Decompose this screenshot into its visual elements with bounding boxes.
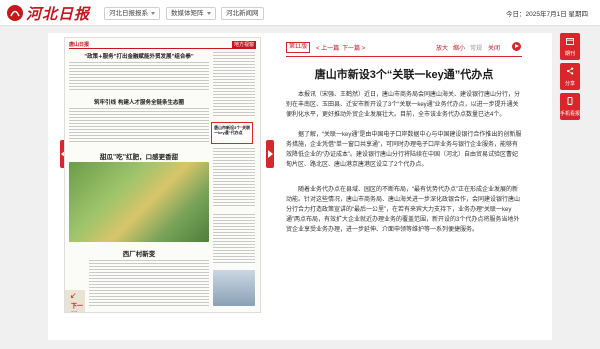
arrow-down-icon: ↙ [70,291,77,300]
nav-news-link[interactable]: 河北新闻网 [221,7,264,20]
zoom-out-button[interactable]: 缩小 [453,43,465,52]
article-title: 唐山市新设3个“关联一key通”代办点 [314,69,494,81]
zoom-in-button[interactable]: 放大 [436,43,448,52]
newspaper-page[interactable]: 唐山日报 地方视窗 "政策+服务"打出金融赋能外贸发展"组合拳" 筑牢引线 构建… [64,37,261,313]
paper-headline-2[interactable]: 筑牢引线 构建人才服务全链条生态圈 [69,98,209,106]
news-photo [213,270,255,306]
default-size-button[interactable]: 常规 [470,43,482,52]
paper-headline-1[interactable]: "政策+服务"打出金融赋能外贸发展"组合拳" [69,52,209,60]
close-button[interactable]: 关闭 [488,43,500,52]
next-article-link[interactable]: 下一篇 > [342,43,365,52]
prev-article-link[interactable]: < 上一篇 [316,43,339,52]
logo-text: 河北日报 [26,4,91,23]
paper-headline-4[interactable]: 西厂村新变 [69,248,209,258]
sidebar-item-share[interactable]: 分享 [560,63,580,90]
article-text-block [69,108,209,144]
highlighted-article-box[interactable]: 唐山市新设3个"关联一key通"代办点 [211,122,253,144]
page-header: 唐山日报 地方视窗 [69,41,256,49]
nav-baoxi-select[interactable]: 河北日报报系 [104,7,160,20]
sidebar-item-periodical[interactable]: 期刊 [560,33,580,60]
next-page-arrow-icon[interactable] [266,140,274,168]
nav-media-select[interactable]: 数媒体矩阵 [166,7,216,20]
article-text-block [89,260,209,308]
top-bar: 河北日报 河北日报报系 数媒体矩阵 河北新闻网 今日：2025年7月1日 星期四 [0,0,600,26]
toolbar-divider [286,56,522,57]
calendar-icon [566,38,574,45]
article-text-block [69,62,209,92]
melon-photo [69,162,209,242]
mobile-icon [567,97,573,105]
chevron-down-icon [151,11,155,15]
edition-label: 第11版 [286,42,311,53]
site-logo[interactable]: 河北日报 [6,3,90,23]
date-text: 今日：2025年7月1日 星期四 [506,11,588,18]
logo-mark-icon [7,5,23,21]
article-paragraph: 本报讯（宋强、王鹤然）近日，唐山市商务局会同唐山海关、建设银行唐山分行，分别在丰… [286,92,521,118]
prev-edition-button[interactable]: ↙ 下一版 [65,290,85,312]
paper-headline-3[interactable]: 甜瓜"吃"红肥，口感更香甜 [69,151,209,161]
article-text-block [213,148,255,208]
article-paragraph: 随着业务代办点在县域、园区的不断布局，“最有优势代办点”正在形成企业发展的新动能… [286,187,521,233]
article-text-block [213,214,255,264]
article-toolbar: 第11版 < 上一篇 下一篇 > 放大 缩小 常规 关闭 [286,42,521,54]
sidebar-item-mobile[interactable]: 手机看报 [560,93,580,120]
article-paragraph: 据了解，“关联一key通”是由中国电子口岸数据中心与中国建设银行合作推出的创新服… [286,132,522,168]
article-text-block [213,52,255,118]
audio-play-icon[interactable] [512,42,521,51]
chevron-down-icon [206,11,211,15]
share-icon [566,67,574,75]
